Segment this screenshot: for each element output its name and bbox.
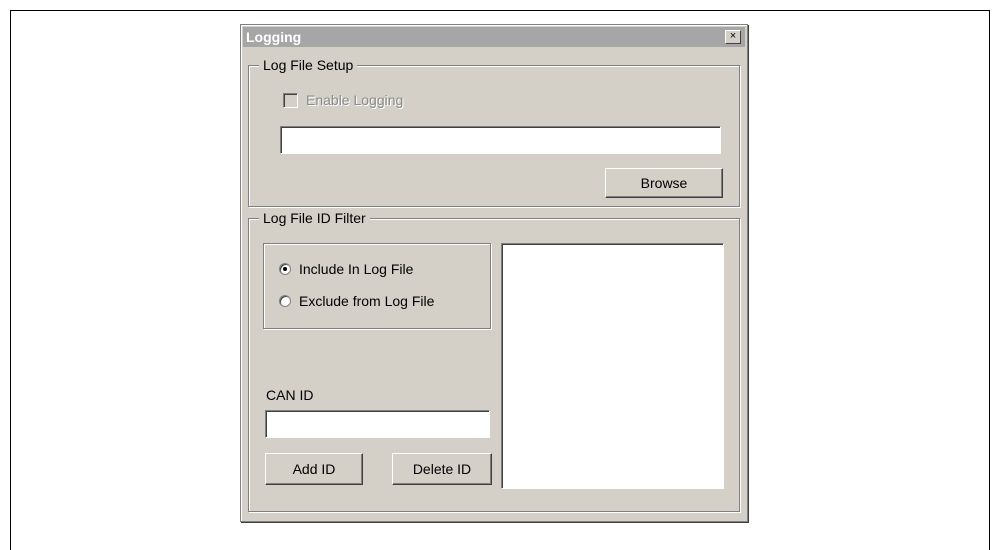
exclude-label: Exclude from Log File	[299, 293, 435, 309]
dialog-title: Logging	[246, 29, 302, 45]
include-radio-row[interactable]: Include In Log File	[279, 261, 413, 277]
include-radio[interactable]	[279, 263, 291, 275]
filter-mode-box	[263, 243, 491, 329]
log-file-id-filter-label: Log File ID Filter	[259, 210, 370, 226]
add-id-button[interactable]: Add ID	[265, 453, 363, 485]
enable-logging-label: Enable Logging	[306, 92, 404, 108]
enable-logging-row[interactable]: Enable Logging	[283, 92, 403, 108]
include-label: Include In Log File	[299, 261, 414, 277]
exclude-radio[interactable]	[279, 295, 291, 307]
delete-id-button[interactable]: Delete ID	[392, 453, 492, 485]
log-file-path-field[interactable]	[280, 126, 721, 154]
browse-button-label: Browse	[640, 175, 688, 191]
exclude-radio-row[interactable]: Exclude from Log File	[279, 293, 434, 309]
log-file-setup-label: Log File Setup	[259, 57, 358, 73]
can-id-field[interactable]	[265, 410, 490, 438]
logging-dialog: Logging × Log File Setup Enable Logging …	[240, 24, 748, 522]
add-id-button-label: Add ID	[292, 461, 336, 477]
id-list-box[interactable]	[501, 243, 724, 489]
enable-logging-checkbox[interactable]	[283, 92, 298, 108]
close-icon: ×	[729, 30, 737, 42]
title-bar[interactable]: Logging ×	[243, 27, 745, 47]
close-button[interactable]: ×	[725, 30, 741, 44]
can-id-label: CAN ID	[266, 387, 314, 403]
delete-id-button-label: Delete ID	[412, 461, 472, 477]
browse-button[interactable]: Browse	[605, 168, 723, 198]
